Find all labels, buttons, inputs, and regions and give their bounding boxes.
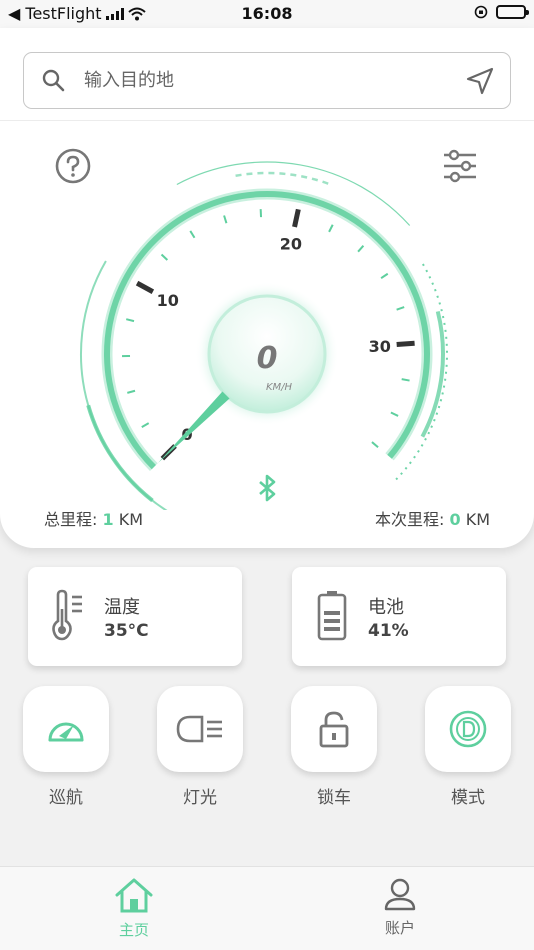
- trip-mileage: 本次里程: 0 KM: [375, 506, 490, 530]
- speedometer-icon: [48, 722, 84, 742]
- gauge-minor-tick: [125, 318, 135, 323]
- headlight-icon: [176, 715, 222, 743]
- trip-mileage-value: 0: [449, 510, 461, 529]
- gauge-top-dashes: [235, 171, 330, 186]
- gauge-minor-tick: [189, 230, 196, 239]
- status-time: 16:08: [241, 4, 293, 23]
- gauge-minor-tick: [396, 306, 405, 311]
- home-icon: [115, 878, 153, 913]
- bluetooth-icon[interactable]: [259, 474, 276, 502]
- battery-value: 41%: [368, 621, 409, 641]
- user-icon: [384, 878, 416, 911]
- gauge-minor-tick: [160, 253, 169, 261]
- battery-title: 电池: [368, 597, 404, 618]
- settings-sliders-icon[interactable]: [442, 148, 478, 184]
- tab-account[interactable]: 账户: [350, 877, 450, 938]
- mode-label: 模式: [451, 788, 485, 808]
- mode-button[interactable]: [425, 686, 511, 772]
- gauge-minor-tick: [127, 389, 136, 394]
- search-icon: [42, 69, 65, 92]
- orientation-lock-icon: [474, 5, 488, 19]
- total-mileage-unit: KM: [113, 510, 144, 529]
- gauge-needle: [158, 391, 230, 463]
- total-mileage-value: 1: [102, 510, 114, 529]
- cruise-button[interactable]: [23, 686, 109, 772]
- temperature-card[interactable]: 温度 35°C: [28, 567, 242, 666]
- temperature-value: 35°C: [104, 621, 149, 641]
- dashboard-card: 0 10 20 30 0 KM/H 总里程: 1 KM 本次里程: 0 KM: [0, 28, 534, 548]
- gauge-minor-tick: [380, 272, 389, 279]
- battery-status-icon: [496, 5, 529, 19]
- gauge-minor-tick: [401, 378, 410, 382]
- speed-value: 0: [257, 341, 278, 376]
- tab-home-label: 主页: [118, 921, 149, 939]
- gauge-minor-tick: [328, 224, 334, 233]
- gauge-tick-label: 20: [280, 235, 302, 254]
- gauge-tick-label: 10: [157, 291, 179, 310]
- gauge-minor-tick: [357, 245, 365, 253]
- status-bar: ◀ TestFlight 16:08: [0, 0, 534, 28]
- battery-icon: [317, 591, 347, 641]
- lights-label: 灯光: [183, 788, 217, 808]
- lights-button[interactable]: [157, 686, 243, 772]
- status-right: [474, 5, 529, 19]
- mode-d-icon: [449, 710, 487, 748]
- lock-label: 锁车: [317, 788, 351, 808]
- thermometer-icon: [52, 589, 82, 641]
- tab-home[interactable]: 主页: [84, 877, 184, 940]
- cruise-label: 巡航: [49, 788, 83, 808]
- total-mileage-label: 总里程:: [44, 510, 103, 529]
- navigation-arrow-icon[interactable]: [464, 65, 496, 97]
- lock-button[interactable]: [291, 686, 377, 772]
- gauge-minor-tick: [141, 422, 150, 428]
- gauge-minor-tick: [390, 411, 399, 417]
- battery-card[interactable]: 电池 41%: [292, 567, 506, 666]
- help-icon[interactable]: [55, 148, 91, 184]
- speed-unit: KM/H: [266, 382, 293, 393]
- trip-mileage-unit: KM: [460, 510, 490, 529]
- search-bar[interactable]: [23, 52, 511, 109]
- gauge-minor-tick: [223, 215, 228, 224]
- trip-mileage-label: 本次里程:: [374, 510, 450, 529]
- gauge-tick-label: 30: [369, 337, 391, 356]
- destination-input[interactable]: [84, 65, 444, 95]
- gauge-major-tick: [292, 208, 301, 228]
- total-mileage: 总里程: 1 KM: [44, 506, 143, 530]
- lock-icon: [319, 711, 349, 748]
- gauge-outer-ring-left: [80, 260, 168, 510]
- gauge-major-tick: [396, 340, 415, 348]
- tab-bar: 主页 账户: [0, 866, 534, 950]
- gauge-major-tick: [135, 280, 155, 294]
- gauge-minor-tick: [371, 441, 379, 448]
- temperature-title: 温度: [104, 597, 140, 618]
- tab-account-label: 账户: [384, 919, 415, 937]
